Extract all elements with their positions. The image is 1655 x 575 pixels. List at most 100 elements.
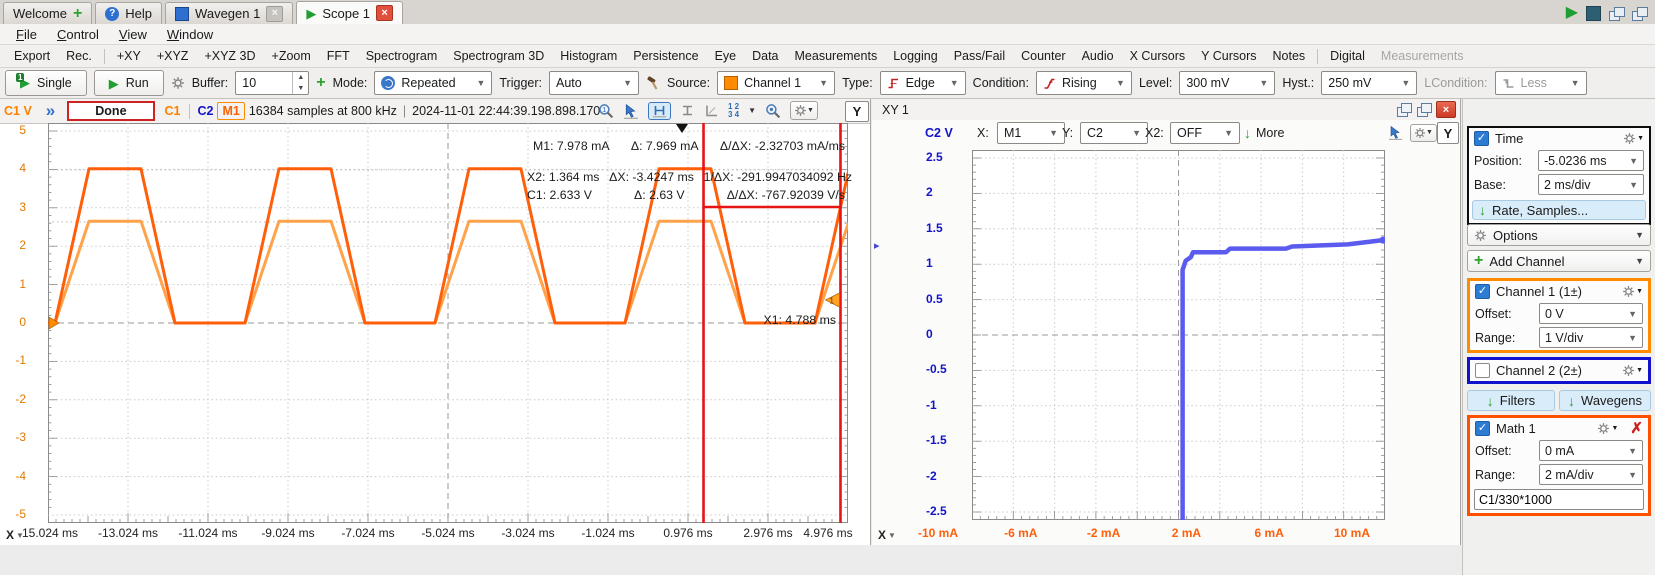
remove-math-1-button[interactable]: ✗	[1630, 421, 1643, 436]
menu-window[interactable]: Window	[157, 26, 223, 43]
xy-select-cursor-icon[interactable]	[1388, 125, 1403, 140]
plot-settings-gear-button[interactable]: ▼	[790, 101, 818, 120]
c1-badge[interactable]: C1	[161, 103, 185, 119]
position-select[interactable]: -5.0236 ms ▼	[1538, 150, 1644, 171]
tab-help[interactable]: ? Help	[95, 2, 162, 24]
menu-item-measurements[interactable]: Measurements	[787, 48, 886, 64]
menu-item-xyz-3d[interactable]: +XYZ 3D	[196, 48, 263, 64]
buffer-spinner-arrows[interactable]: ▲▼	[292, 72, 308, 94]
menu-item-notes[interactable]: Notes	[1265, 48, 1314, 64]
xy-plot-area[interactable]	[972, 150, 1385, 520]
menu-item-histogram[interactable]: Histogram	[552, 48, 625, 64]
select-cursor-icon[interactable]	[623, 103, 639, 119]
xy-y-select[interactable]: C2 ▼	[1080, 122, 1148, 144]
math-1-offset-select[interactable]: 0 mA ▼	[1539, 440, 1643, 461]
cascade-windows-icon[interactable]	[1632, 7, 1647, 20]
time-gear-button[interactable]: ▼	[1623, 132, 1644, 145]
xy-title-bar[interactable]: XY 1 ×	[872, 99, 1460, 121]
menu-item-logging[interactable]: Logging	[885, 48, 946, 64]
rate-samples-button[interactable]: ↓ Rate, Samples...	[1472, 200, 1646, 220]
scope-x-axis-button[interactable]: X ▼	[6, 528, 24, 542]
xy-settings-gear-button[interactable]: ▼	[1410, 124, 1437, 142]
menu-item-digital[interactable]: Digital	[1322, 48, 1373, 64]
buffer-stepper[interactable]: 10 ▲▼	[235, 71, 309, 95]
trigger-select[interactable]: Auto ▼	[549, 71, 639, 95]
xy-x2-select[interactable]: OFF ▼	[1170, 122, 1240, 144]
popout-window-icon[interactable]	[1416, 103, 1432, 117]
level-select[interactable]: 300 mV ▼	[1179, 71, 1275, 95]
lcondition-value: Less	[1521, 76, 1547, 90]
channel-1-range-select[interactable]: 1 V/div ▼	[1539, 327, 1643, 348]
tab-scope-1[interactable]: ▶ Scope 1 ×	[296, 1, 403, 24]
menu-item-xy[interactable]: +XY	[109, 48, 149, 64]
vertical-cursor-tool-icon[interactable]	[680, 103, 695, 118]
time-checkbox[interactable]: ✓	[1474, 131, 1489, 146]
zoom-settings-icon[interactable]	[765, 103, 781, 119]
math-1-checkbox[interactable]: ✓	[1475, 421, 1490, 436]
menu-item-xyz[interactable]: +XYZ	[149, 48, 197, 64]
channels-1234-icon[interactable]: 1 23 4	[728, 103, 739, 119]
xy-x-axis-button[interactable]: X ▼	[878, 528, 896, 542]
c2-badge[interactable]: C2	[194, 103, 218, 119]
xy-x-select[interactable]: M1 ▼	[997, 122, 1065, 144]
trigger-hammer-icon[interactable]	[646, 76, 660, 90]
menu-item-eye[interactable]: Eye	[707, 48, 745, 64]
add-acquisition-icon[interactable]: +	[316, 75, 325, 91]
menu-item-zoom[interactable]: +Zoom	[264, 48, 319, 64]
tab-welcome[interactable]: Welcome +	[3, 2, 92, 24]
menu-view[interactable]: View	[109, 26, 157, 43]
menu-item-persistence[interactable]: Persistence	[625, 48, 706, 64]
channel-1-checkbox[interactable]: ✓	[1475, 284, 1490, 299]
source-select[interactable]: Channel 1 ▼	[717, 71, 835, 95]
channel-1-gear-button[interactable]: ▼	[1622, 285, 1643, 298]
menu-file[interactable]: File	[6, 26, 47, 43]
channel-2-gear-button[interactable]: ▼	[1622, 364, 1643, 377]
buffer-gear-icon[interactable]	[171, 76, 185, 90]
menu-item-export[interactable]: Export	[6, 48, 58, 64]
menu-item-x-cursors[interactable]: X Cursors	[1122, 48, 1194, 64]
menu-item-spectrogram-3d[interactable]: Spectrogram 3D	[445, 48, 552, 64]
condition-select[interactable]: Rising ▼	[1036, 71, 1132, 95]
xy-y-axis-button[interactable]: Y	[1437, 122, 1459, 144]
mode-select[interactable]: Repeated ▼	[374, 71, 492, 95]
add-channel-button[interactable]: + Add Channel ▼	[1467, 250, 1651, 272]
stop-all-icon[interactable]	[1586, 6, 1601, 21]
fast-forward-icon[interactable]: »	[32, 101, 61, 121]
xy-more-button[interactable]: ↓ More	[1244, 126, 1284, 140]
menu-item-pass-fail[interactable]: Pass/Fail	[946, 48, 1013, 64]
menu-control[interactable]: Control	[47, 26, 109, 43]
menu-item-audio[interactable]: Audio	[1074, 48, 1122, 64]
base-select[interactable]: 2 ms/div ▼	[1538, 174, 1644, 195]
menu-item-y-cursors[interactable]: Y Cursors	[1193, 48, 1264, 64]
run-button[interactable]: ▶ Run	[94, 70, 164, 96]
filters-button[interactable]: ↓ Filters	[1467, 390, 1555, 411]
menu-item-spectrogram[interactable]: Spectrogram	[358, 48, 446, 64]
zoom-1-icon[interactable]: 1	[598, 103, 614, 119]
measure-tool-icon[interactable]	[704, 103, 719, 118]
menu-item-rec[interactable]: Rec.	[58, 48, 100, 64]
restore-window-icon[interactable]	[1396, 103, 1412, 117]
scope-y-axis-button[interactable]: Y	[845, 101, 869, 122]
hysteresis-select[interactable]: 250 mV ▼	[1321, 71, 1417, 95]
close-xy-button[interactable]: ×	[1436, 101, 1456, 118]
channel-2-checkbox[interactable]	[1475, 363, 1490, 378]
m1-badge[interactable]: M1	[217, 102, 244, 120]
menu-item-counter[interactable]: Counter	[1013, 48, 1073, 64]
chevron-down-icon[interactable]: ▼	[748, 106, 756, 115]
math-1-range-select[interactable]: 2 mA/div ▼	[1539, 464, 1643, 485]
close-scope-tab-button[interactable]: ×	[376, 5, 393, 21]
math-1-gear-button[interactable]: ▼	[1597, 422, 1618, 435]
run-all-icon[interactable]: ▶	[1566, 5, 1578, 21]
tab-wavegen-1[interactable]: Wavegen 1 ×	[165, 2, 293, 24]
single-button[interactable]: ▶1 Single	[5, 70, 87, 96]
channel-1-offset-select[interactable]: 0 V ▼	[1539, 303, 1643, 324]
close-wavegen-tab-button[interactable]: ×	[266, 6, 283, 22]
type-select[interactable]: Edge ▼	[880, 71, 966, 95]
horizontal-cursor-tool-button[interactable]	[648, 102, 671, 120]
menu-item-fft[interactable]: FFT	[319, 48, 358, 64]
math-1-formula-input[interactable]	[1474, 489, 1644, 510]
tile-windows-icon[interactable]	[1609, 7, 1624, 20]
menu-item-data[interactable]: Data	[744, 48, 786, 64]
options-button[interactable]: Options ▼	[1467, 224, 1651, 246]
wavegens-button[interactable]: ↓ Wavegens	[1559, 390, 1651, 411]
